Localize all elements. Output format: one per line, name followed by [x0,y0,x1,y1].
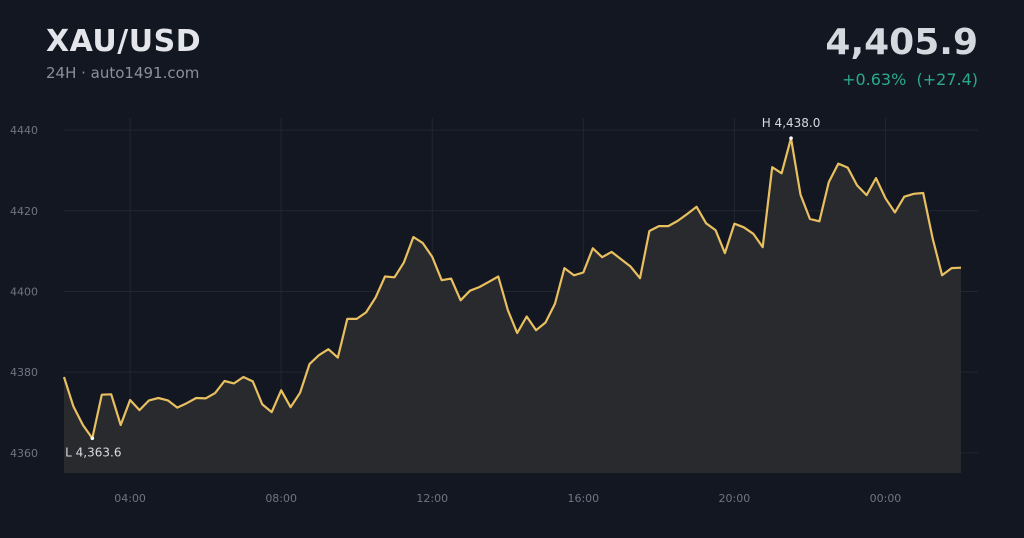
y-tick-label: 4400 [10,285,38,298]
y-tick-label: 4420 [10,205,38,218]
low-point-marker [90,436,95,441]
y-axis-ticks: 4360 4380 4400 4420 4440 [10,124,38,460]
high-label: H 4,438.0 [762,116,821,130]
y-tick-label: 4440 [10,124,38,137]
x-tick-label: 20:00 [719,492,751,505]
x-tick-label: 16:00 [567,492,599,505]
x-tick-label: 04:00 [114,492,146,505]
chart-page: XAU/USD 24H · auto1491.com 4,405.9 +0.63… [0,0,1024,538]
x-tick-label: 12:00 [416,492,448,505]
price-chart: 4360 4380 4400 4420 4440 04:00 08:00 12:00 16:0… [10,116,978,505]
x-axis-ticks: 04:00 08:00 12:00 16:00 20:00 00:00 [114,492,901,505]
x-tick-label: 00:00 [870,492,902,505]
x-tick-label: 08:00 [265,492,297,505]
y-tick-label: 4360 [10,447,38,460]
y-tick-label: 4380 [10,366,38,379]
low-label: L 4,363.6 [65,445,121,459]
high-point-marker [789,136,793,140]
